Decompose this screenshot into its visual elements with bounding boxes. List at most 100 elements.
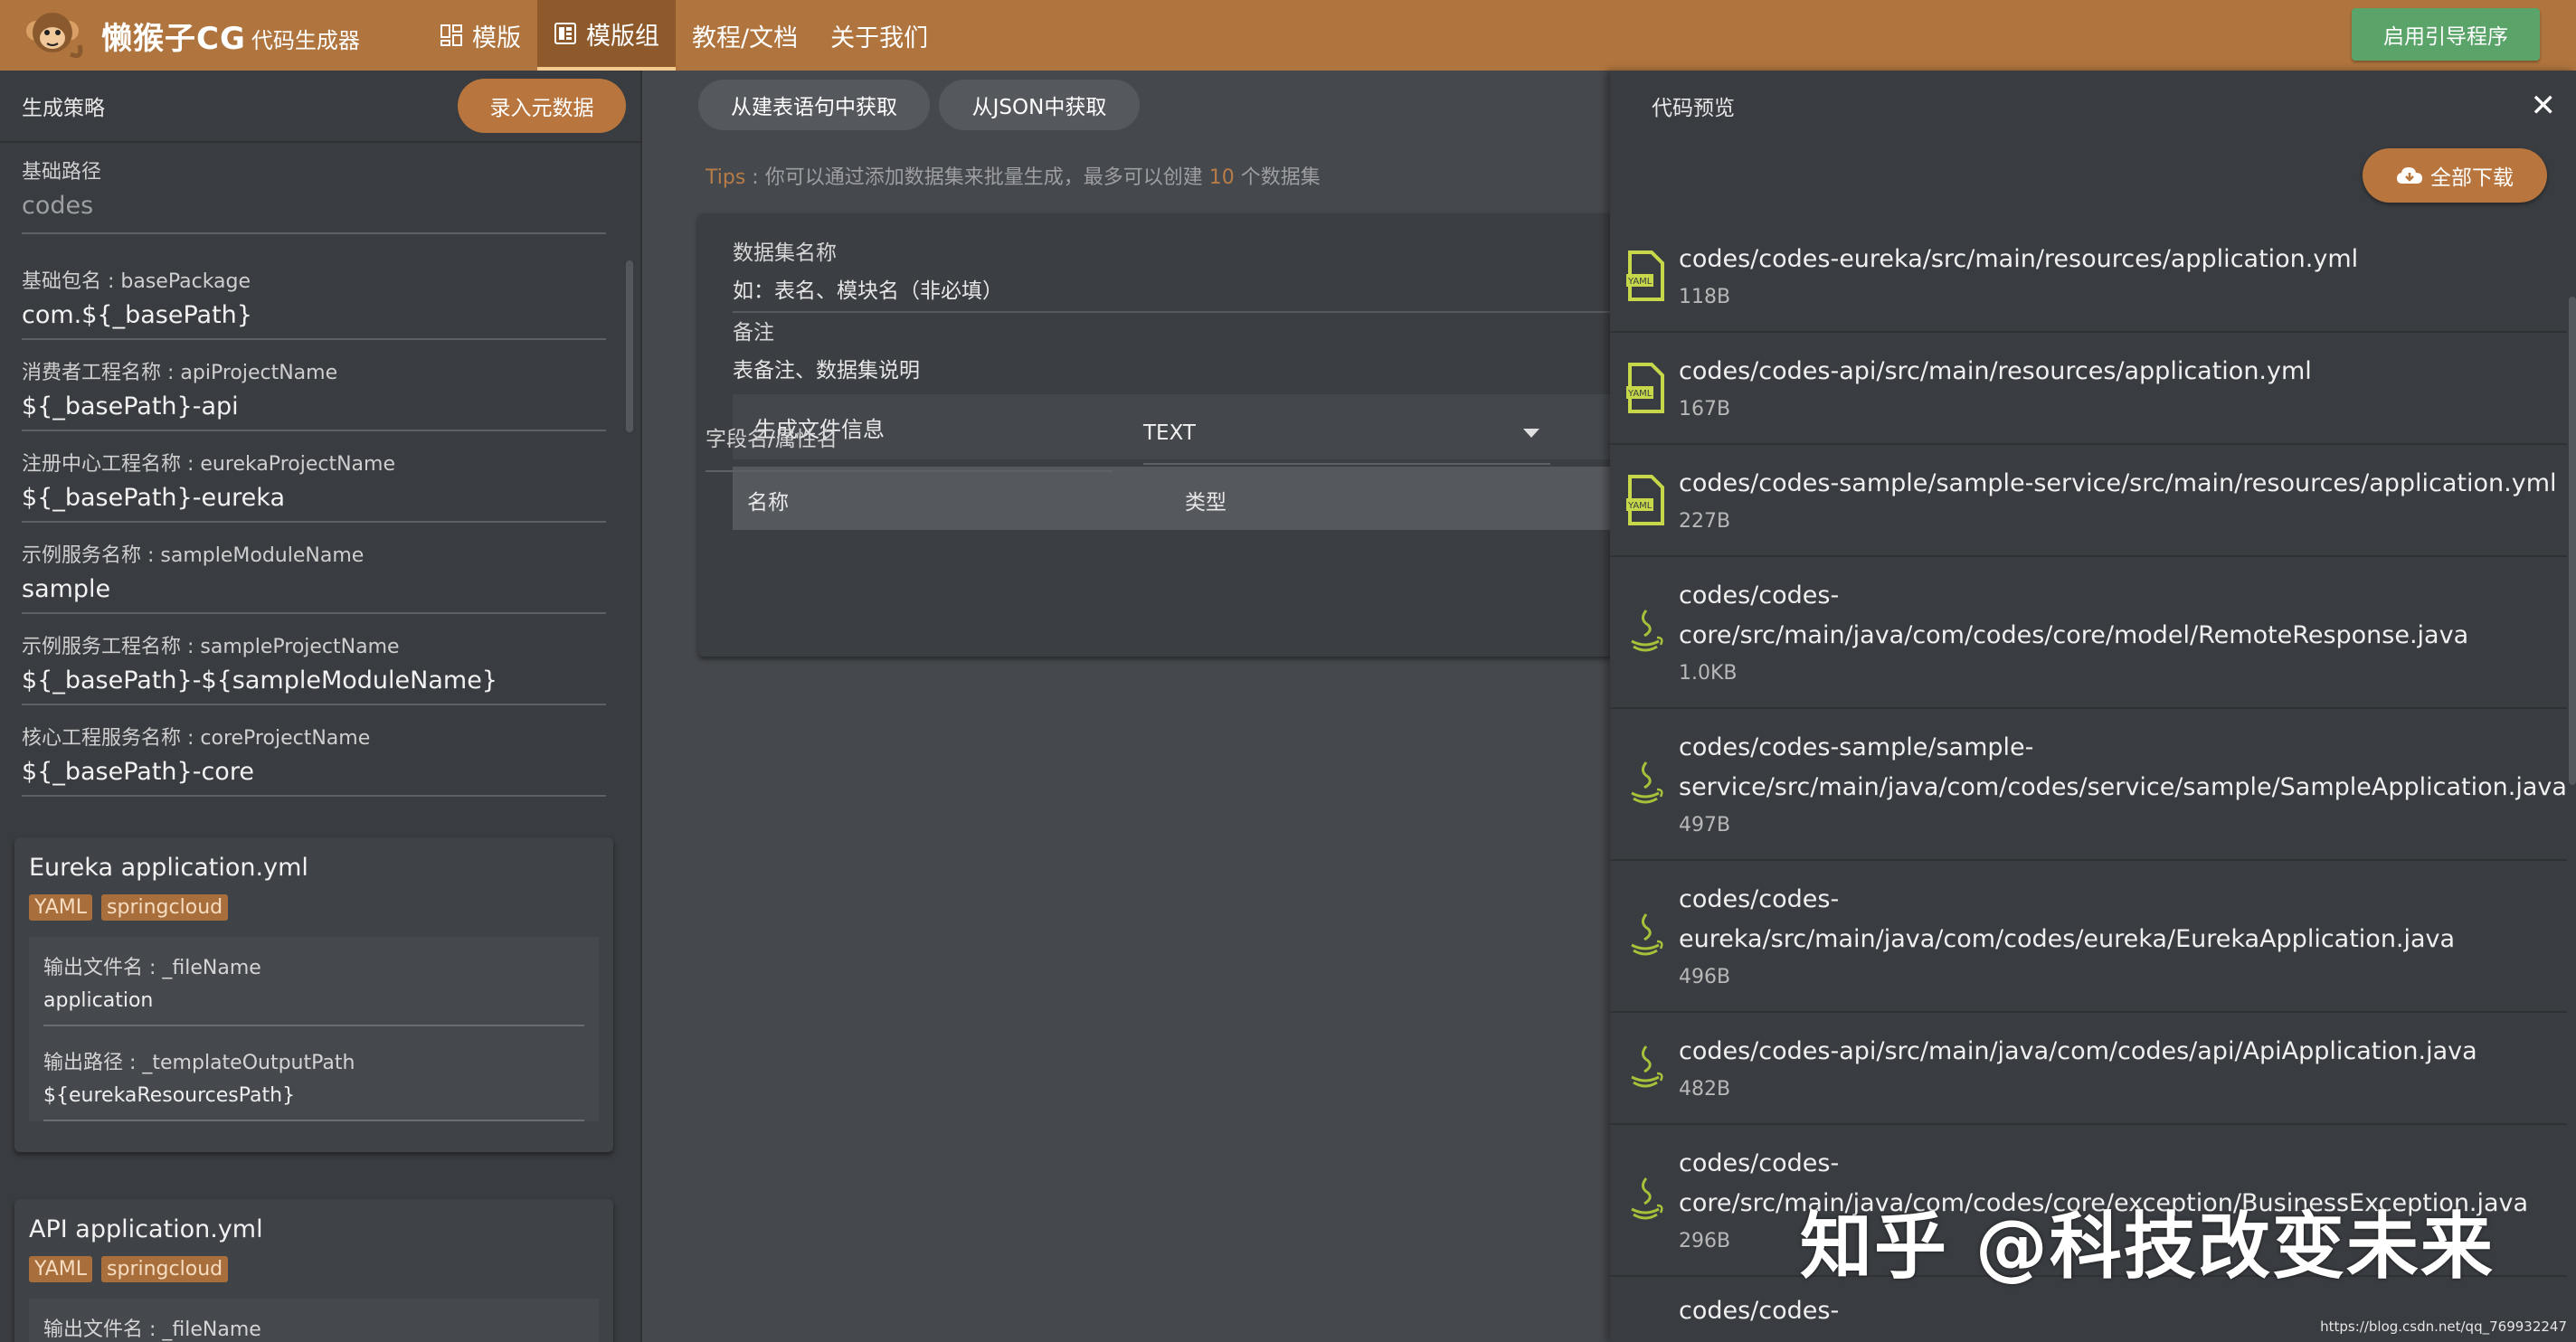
param-label: 示例服务名称 : sampleModuleName — [22, 544, 365, 567]
field-type-select[interactable]: TEXT — [1143, 421, 1550, 465]
template-param-label: 输出路径 : _templateOutputPath — [43, 1052, 355, 1074]
nav-about[interactable]: 关于我们 — [814, 0, 944, 71]
file-item[interactable]: codes/codes-api/src/main/java/com/codes/… — [1610, 1013, 2567, 1125]
tag: YAML — [29, 894, 93, 921]
java-icon — [1631, 1177, 1663, 1220]
file-item[interactable]: codes/codes- eureka/src/main/java/com/co… — [1610, 861, 2567, 1013]
yaml-file-icon: YAML — [1626, 250, 1664, 301]
yaml-file-icon: YAML — [1626, 363, 1664, 413]
nav-template-groups-label: 模版组 — [586, 22, 659, 51]
template-param-input[interactable]: ${eurekaResourcesPath} — [43, 1084, 584, 1107]
grid-icon — [440, 24, 462, 46]
java-icon — [1631, 610, 1663, 652]
nav-docs[interactable]: 教程/文档 — [676, 0, 814, 71]
nav-templates[interactable]: 模版 — [423, 0, 537, 71]
template-param-label: 输出文件名 : _fileName — [43, 1318, 261, 1341]
divider — [733, 311, 1612, 313]
param-input[interactable]: ${_basePath}-api — [22, 392, 606, 430]
code-preview-header: 代码预览 ✕ — [1610, 71, 2576, 141]
template-card-title: Eureka application.yml — [29, 854, 308, 882]
file-item[interactable]: codes/codes-sample/sample- service/src/m… — [1610, 709, 2567, 861]
svg-text:YAML: YAML — [1627, 501, 1653, 511]
file-item[interactable]: YAML codes/codes-eureka/src/main/resourc… — [1610, 221, 2567, 333]
file-size: 1.0KB — [1679, 662, 1738, 685]
template-param[interactable]: 输出文件名 : _fileName — [43, 1308, 584, 1342]
param-label: 示例服务工程名称 : sampleProjectName — [22, 636, 400, 658]
file-item[interactable]: YAML codes/codes-api/src/main/resources/… — [1610, 333, 2567, 445]
enable-guide-button[interactable]: 启用引导程序 — [2352, 8, 2540, 61]
code-preview-panel: 代码预览 ✕ 全部下载 YAML codes/codes-eureka/src/… — [1610, 71, 2576, 1342]
file-item[interactable]: YAML codes/codes-sample/sample-service/s… — [1610, 445, 2567, 557]
file-path: codes/codes- core/src/main/java/com/code… — [1679, 581, 2469, 649]
param-field[interactable]: 消费者工程名称 : apiProjectName ${_basePath}-ap… — [22, 356, 606, 431]
from-ddl-button[interactable]: 从建表语句中获取 — [698, 80, 930, 130]
close-icon[interactable]: ✕ — [2531, 88, 2557, 124]
param-label: 注册中心工程名称 : eurekaProjectName — [22, 453, 395, 476]
java-icon — [1631, 913, 1663, 956]
file-path: codes/codes-api/src/main/java/com/codes/… — [1679, 1037, 2477, 1065]
cloud-download-icon — [2397, 167, 2422, 184]
template-param[interactable]: 输出文件名 : _fileName application — [43, 946, 584, 1026]
param-field[interactable]: 基础包名 : basePackage com.${_basePath} — [22, 265, 606, 340]
param-field[interactable]: 注册中心工程名称 : eurekaProjectName ${_basePath… — [22, 448, 606, 523]
param-input[interactable]: com.${_basePath} — [22, 301, 606, 338]
source-credit: https://blog.csdn.net/qq_769932247 — [2320, 1318, 2567, 1335]
tips-text: Tips : 你可以通过添加数据集来批量生成，最多可以创建 10 个数据集 — [706, 161, 1321, 190]
param-input[interactable]: sample — [22, 575, 606, 612]
tag-list: YAML springcloud — [29, 894, 599, 921]
chevron-down-icon — [1523, 429, 1539, 438]
download-all-button[interactable]: 全部下载 — [2363, 148, 2547, 203]
template-param[interactable]: 输出路径 : _templateOutputPath ${eurekaResou… — [43, 1041, 584, 1121]
param-input[interactable]: ${_basePath}-core — [22, 758, 606, 795]
base-path-input[interactable]: codes — [22, 192, 606, 232]
remark-input[interactable]: 表备注、数据集说明 — [733, 353, 920, 383]
template-params: 输出文件名 : _fileName application 输出路径 : _te… — [29, 937, 599, 1121]
param-input[interactable]: ${_basePath}-eureka — [22, 484, 606, 521]
template-card[interactable]: API application.yml YAML springcloud 输出文… — [14, 1199, 613, 1342]
param-field[interactable]: 核心工程服务名称 : coreProjectName ${_basePath}-… — [22, 722, 606, 797]
base-path-label: 基础路径 — [22, 161, 102, 184]
col-name-header: 名称 — [747, 491, 789, 515]
template-card[interactable]: Eureka application.yml YAML springcloud … — [14, 837, 613, 1152]
right-scrollbar[interactable] — [2569, 297, 2576, 785]
file-path: codes/codes- eureka/src/main/java/com/co… — [1679, 885, 2456, 953]
dataset-name-label: 数据集名称 — [733, 241, 837, 265]
strategy-header: 生成策略 录入元数据 — [0, 71, 640, 143]
file-list: YAML codes/codes-eureka/src/main/resourc… — [1610, 221, 2567, 1342]
code-preview-title: 代码预览 — [1652, 97, 1735, 120]
template-param-input[interactable]: application — [43, 989, 584, 1012]
file-path: codes/codes-sample/sample-service/src/ma… — [1679, 469, 2557, 497]
input-metadata-button[interactable]: 录入元数据 — [458, 79, 626, 133]
left-scrollbar[interactable] — [626, 260, 633, 432]
tips-prefix: Tips — [706, 166, 746, 189]
svg-text:YAML: YAML — [1627, 389, 1653, 399]
base-path-field[interactable]: 基础路径 codes — [22, 156, 606, 234]
template-params: 输出文件名 : _fileName — [29, 1299, 599, 1342]
java-icon — [1631, 1045, 1663, 1088]
tips-count: 10 — [1208, 166, 1235, 189]
file-size: 118B — [1679, 286, 1731, 308]
nav-templates-label: 模版 — [472, 24, 521, 52]
file-size: 497B — [1679, 814, 1731, 836]
watermark: 知乎 @科技改变未来 — [1800, 1205, 2495, 1289]
from-json-button[interactable]: 从JSON中获取 — [939, 80, 1140, 130]
file-path: codes/codes-eureka/src/main/resources/ap… — [1679, 245, 2359, 273]
nav-template-groups[interactable]: 模版组 — [537, 0, 676, 71]
file-item[interactable]: codes/codes- core/src/main/java/com/code… — [1610, 557, 2567, 709]
param-field[interactable]: 示例服务名称 : sampleModuleName sample — [22, 539, 606, 614]
field-name-input[interactable]: 字段名/属性名 — [706, 421, 1113, 472]
logo[interactable]: 懒猴子CG 代码生成器 — [16, 4, 423, 67]
param-field[interactable]: 示例服务工程名称 : sampleProjectName ${_basePath… — [22, 630, 606, 705]
template-param-label: 输出文件名 : _fileName — [43, 957, 261, 979]
param-label: 核心工程服务名称 : coreProjectName — [22, 727, 371, 750]
tag: springcloud — [101, 1256, 229, 1282]
yaml-file-icon: YAML — [1626, 475, 1664, 525]
download-all-label: 全部下载 — [2430, 166, 2514, 190]
field-table-header: 名称 类型 — [733, 467, 1612, 530]
template-card-title: API application.yml — [29, 1215, 263, 1243]
file-size: 482B — [1679, 1078, 1731, 1101]
param-input[interactable]: ${_basePath}-${sampleModuleName} — [22, 666, 606, 704]
monkey-logo-icon — [26, 13, 83, 59]
file-path: codes/codes-api/src/main/resources/appli… — [1679, 357, 2312, 385]
dataset-name-input[interactable]: 如：表名、模块名（非必填） — [733, 273, 1003, 304]
